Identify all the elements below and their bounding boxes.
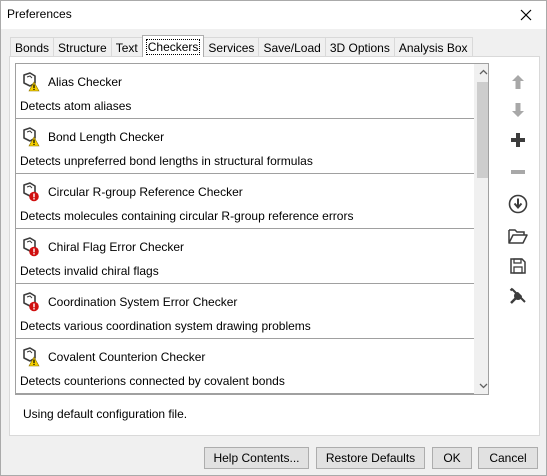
checker-name: Alias Checker: [48, 75, 123, 89]
checker-error-icon: [21, 182, 39, 202]
restore-defaults-button[interactable]: Restore Defaults: [316, 447, 425, 469]
checker-name: Covalent Counterion Checker: [48, 350, 206, 364]
download-circle-icon: [508, 194, 528, 214]
ok-button[interactable]: OK: [432, 447, 472, 469]
list-item[interactable]: Coordination System Error Checker Detects…: [16, 284, 474, 339]
cancel-button[interactable]: Cancel: [478, 447, 538, 469]
checkers-panel: Alias Checker Detects atom aliases Bond Le…: [9, 56, 540, 436]
save-icon: [510, 258, 526, 274]
add-checker-button[interactable]: [502, 127, 534, 153]
move-down-button[interactable]: [502, 97, 534, 123]
open-config-button[interactable]: [502, 223, 534, 249]
chevron-down-icon: [479, 383, 487, 389]
checker-settings-button[interactable]: [502, 283, 534, 309]
tab-structure[interactable]: Structure: [53, 37, 112, 57]
checker-description: Detects atom aliases: [20, 99, 132, 113]
checker-description: Detects various coordination system draw…: [20, 319, 311, 333]
import-button[interactable]: [502, 191, 534, 217]
list-item[interactable]: Alias Checker Detects atom aliases: [16, 64, 474, 119]
checker-name: Circular R-group Reference Checker: [48, 185, 243, 199]
status-text: Using default configuration file.: [23, 407, 188, 421]
scroll-thumb[interactable]: [477, 82, 488, 178]
tab-bonds[interactable]: Bonds: [10, 37, 55, 57]
checker-list[interactable]: Alias Checker Detects atom aliases Bond Le…: [15, 63, 489, 395]
remove-checker-button[interactable]: [502, 159, 534, 185]
checker-name: Bond Length Checker: [48, 130, 165, 144]
checker-description: Detects molecules containing circular R-…: [20, 209, 354, 223]
checker-description: Detects unpreferred bond lengths in stru…: [20, 154, 313, 168]
tab-text[interactable]: Text: [110, 37, 143, 57]
save-config-button[interactable]: [502, 253, 534, 279]
checker-list-items: Alias Checker Detects atom aliases Bond Le…: [16, 64, 474, 395]
arrow-up-icon: [512, 75, 524, 89]
list-item[interactable]: Circular R-group Reference Checker Detect…: [16, 174, 474, 229]
checker-name: Chiral Flag Error Checker: [48, 240, 185, 254]
tools-icon: [509, 287, 526, 304]
checker-error-icon: [21, 237, 39, 257]
checker-description: Detects counterions connected by covalen…: [20, 374, 285, 388]
tab-3d-options[interactable]: 3D Options: [324, 37, 395, 57]
list-item[interactable]: [16, 394, 474, 395]
tab-save-load[interactable]: Save/Load: [258, 37, 326, 57]
help-contents-button[interactable]: Help Contents...: [204, 447, 309, 469]
minus-icon: [511, 170, 525, 174]
scroll-up-button[interactable]: [475, 64, 488, 80]
tab-checkers[interactable]: Checkers: [141, 35, 205, 57]
checker-description: Detects invalid chiral flags: [20, 264, 159, 278]
list-item[interactable]: Chiral Flag Error Checker Detects invalid…: [16, 229, 474, 284]
checker-name: Coordination System Error Checker: [48, 295, 238, 309]
checker-error-icon: [21, 292, 39, 312]
arrow-down-icon: [512, 103, 524, 117]
chevron-up-icon: [479, 69, 487, 75]
plus-icon: [511, 133, 525, 147]
open-folder-icon: [508, 229, 528, 244]
close-icon: [520, 9, 532, 21]
title-bar: Preferences: [1, 1, 546, 29]
close-button[interactable]: [506, 1, 546, 29]
tab-services[interactable]: Services: [203, 37, 260, 57]
window-title: Preferences: [7, 7, 72, 21]
scroll-down-button[interactable]: [475, 378, 488, 394]
list-item[interactable]: Bond Length Checker Detects unpreferred b…: [16, 119, 474, 174]
preferences-window: Preferences Bonds Structure Text Checker…: [0, 0, 547, 476]
checker-warning-icon: [21, 72, 40, 92]
tab-bar: Bonds Structure Text Checkers Services S…: [10, 35, 473, 57]
list-item[interactable]: Covalent Counterion Checker Detects count…: [16, 339, 474, 394]
tab-analysis-box[interactable]: Analysis Box: [393, 37, 473, 57]
checker-warning-icon: [21, 127, 40, 147]
checker-warning-icon: [21, 347, 40, 367]
vertical-scrollbar[interactable]: [474, 64, 488, 394]
move-up-button[interactable]: [502, 69, 534, 95]
